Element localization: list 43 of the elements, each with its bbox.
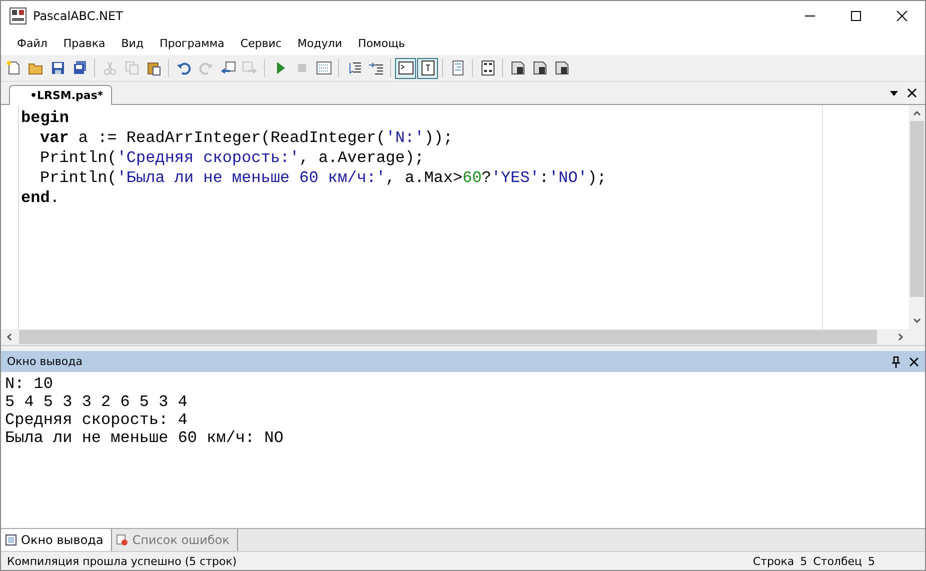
menu-item[interactable]: Файл (9, 34, 56, 52)
scroll-up-icon[interactable] (912, 109, 922, 117)
scroll-down-icon[interactable] (912, 317, 922, 325)
console-icon[interactable] (395, 58, 416, 78)
menu-item[interactable]: Сервис (232, 34, 290, 52)
horizontal-scrollbar[interactable] (1, 329, 925, 345)
menu-item[interactable]: Вид (113, 34, 152, 52)
window-icon (5, 534, 17, 546)
output-line: 5 4 5 3 3 2 6 5 3 4 (5, 393, 188, 411)
code-line: Println('Средняя скорость:', a.Average); (39, 148, 426, 168)
close-icon[interactable] (896, 10, 908, 22)
panel-tab[interactable]: Окно вывода (1, 529, 112, 551)
code-line: Println('Была ли не меньше 60 км/ч:', a.Max>60?'YES':'NO'); (39, 168, 608, 188)
status-label: Столбец (813, 554, 862, 568)
menu-item[interactable]: Модули (290, 34, 350, 52)
app-icon (9, 7, 27, 25)
panel-tab[interactable]: Список ошибок (112, 529, 238, 551)
vertical-scrollbar[interactable] (909, 105, 925, 329)
error-list-icon (116, 534, 128, 546)
dropdown-icon[interactable] (889, 88, 899, 98)
code-line: var a := ReadArrInteger(ReadInteger('N:')); (39, 128, 454, 148)
menu-item[interactable]: Программа (152, 34, 232, 52)
menu-item[interactable]: Помощь (350, 34, 413, 52)
pin-icon[interactable] (891, 356, 901, 368)
window-title: PascalABC.NET (33, 9, 123, 23)
scroll-left-icon[interactable] (5, 332, 13, 342)
close-icon[interactable] (909, 356, 919, 366)
text-window-icon[interactable] (417, 58, 438, 78)
scroll-right-icon[interactable] (897, 332, 905, 342)
status-message: Компиляция прошла успешно (5 строк) (7, 554, 237, 568)
code-line: begin (21, 108, 70, 128)
code-line: end. (21, 188, 60, 208)
close-icon[interactable] (907, 88, 917, 98)
maximize-icon[interactable] (850, 10, 862, 22)
status-value: 5 (868, 554, 875, 568)
panel-title: Окно вывода (7, 355, 84, 368)
output-line: N: 10 (5, 375, 54, 393)
menu-item[interactable]: Правка (55, 34, 114, 52)
status-value: 5 (800, 554, 808, 568)
output-line: Средняя скорость: 4 (5, 411, 188, 429)
status-label: Строка (752, 554, 794, 568)
file-tab[interactable]: •LRSM.pas* (9, 85, 112, 105)
output-line: Была ли не меньше 60 км/ч: NO (5, 429, 284, 447)
